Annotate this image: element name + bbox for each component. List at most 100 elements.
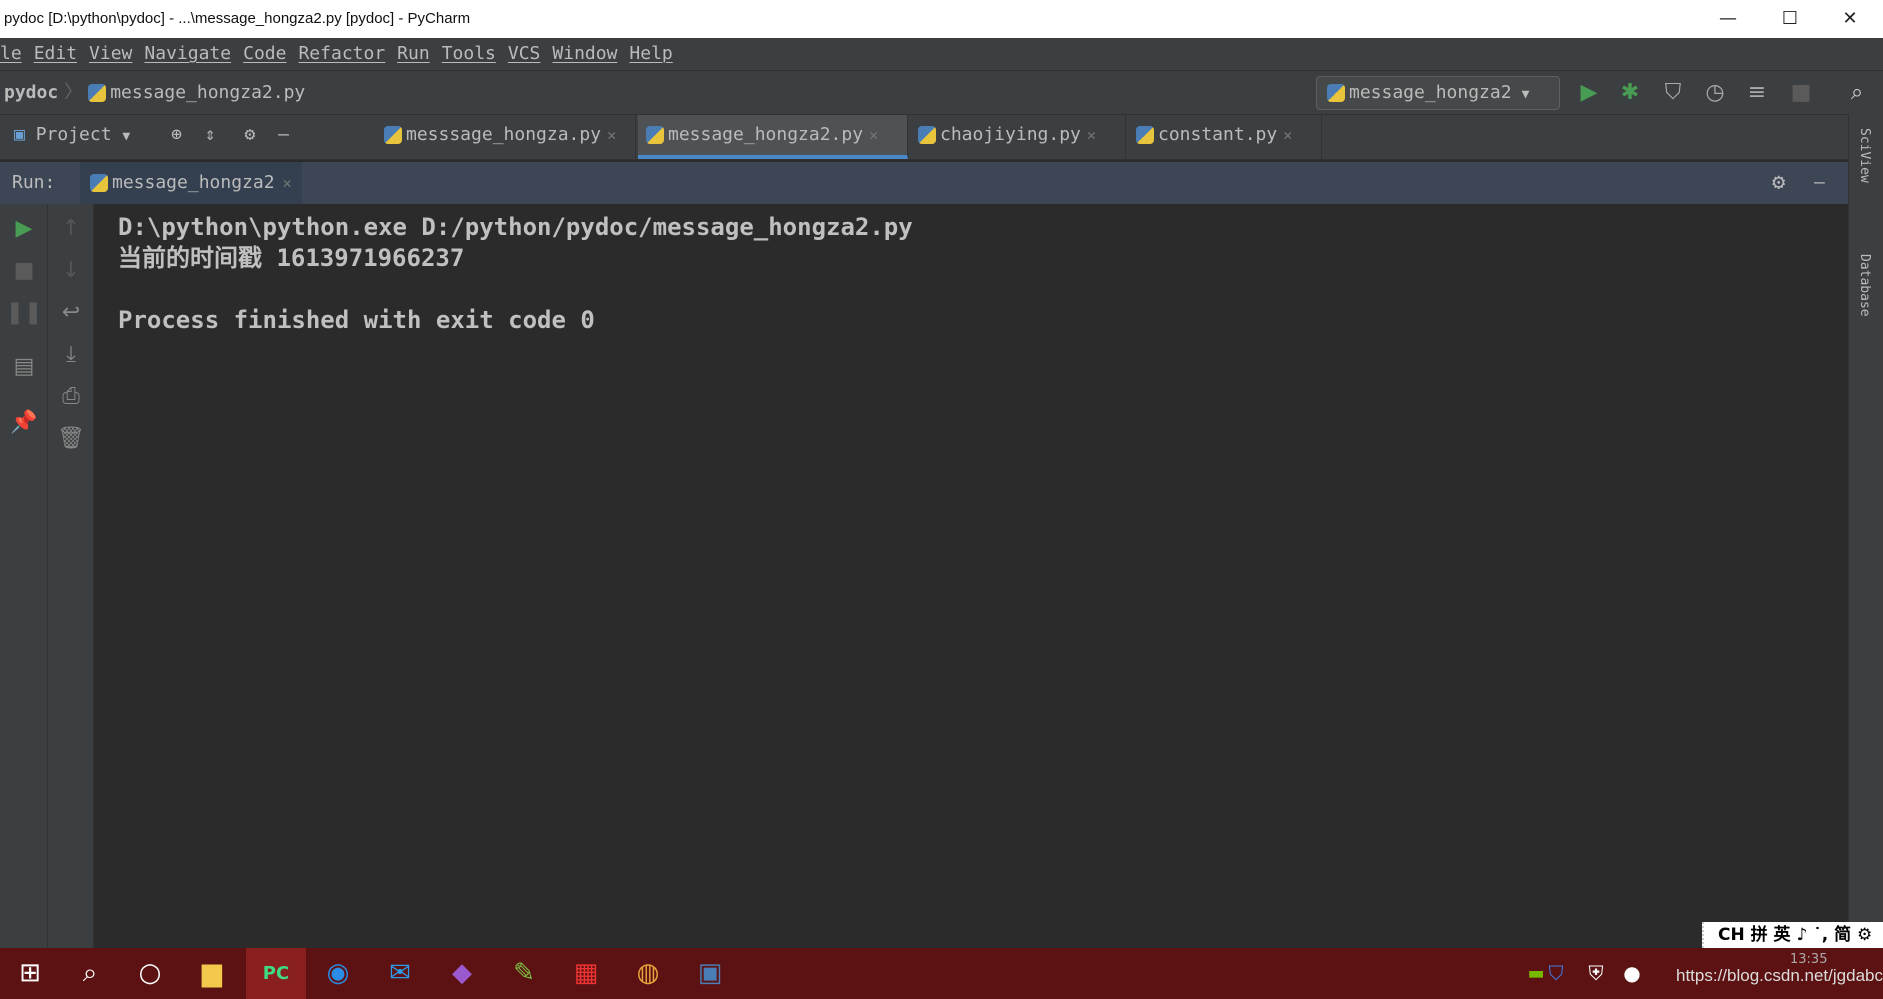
layout-icon[interactable]: ▤	[0, 354, 48, 379]
sciview-label: SciView	[1857, 128, 1872, 183]
menu-view[interactable]: View	[89, 38, 132, 70]
breadcrumb-separator-icon: 〉	[64, 82, 82, 103]
profile-icon[interactable]: ◷	[1702, 80, 1728, 106]
python-file-icon	[918, 126, 936, 144]
run-icon[interactable]: ▶	[1576, 80, 1602, 106]
run-configuration-name: message_hongza2	[1349, 82, 1512, 103]
tab-label: constant.py	[1158, 124, 1277, 145]
close-icon[interactable]: ✕	[283, 174, 292, 192]
menu-navigate[interactable]: Navigate	[144, 38, 231, 70]
print-icon[interactable]: ⎙	[48, 384, 94, 409]
visual-studio-icon[interactable]: ◆	[432, 948, 492, 999]
soft-wrap-icon[interactable]: ↩	[48, 300, 94, 325]
coverage-icon[interactable]: ⛉	[1660, 80, 1686, 106]
tab-messsage-hongza[interactable]: messsage_hongza.py ✕	[376, 115, 636, 159]
chevron-down-icon: ▼	[1522, 87, 1530, 102]
close-icon[interactable]: ✕	[607, 126, 616, 144]
console-line: Process finished with exit code 0	[118, 305, 1848, 336]
gear-icon[interactable]: ⚙	[244, 124, 255, 145]
right-tool-strip: SciView Database	[1848, 114, 1883, 948]
menu-vcs[interactable]: VCS	[508, 38, 541, 70]
hide-icon[interactable]: —	[1814, 162, 1825, 204]
menu-run[interactable]: Run	[397, 38, 430, 70]
taskbar: ⊞ ⌕ ○ ▆ PC ◉ ✉ ◆ ✎ ▦ ◍ ▣ ▬ ⛉ ⛨ ●	[0, 948, 1883, 999]
console-output[interactable]: D:\python\python.exe D:/python/pydoc/mes…	[94, 204, 1848, 948]
file-explorer-icon[interactable]: ▆	[182, 948, 242, 999]
breadcrumb-project[interactable]: pydoc	[4, 82, 58, 103]
stop-icon[interactable]: ■	[0, 258, 48, 283]
app-grid-icon[interactable]: ▦	[556, 948, 616, 999]
tab-message-hongza2[interactable]: message_hongza2.py ✕	[638, 115, 908, 159]
debug-icon[interactable]: ✱	[1617, 80, 1643, 106]
rerun-icon[interactable]: ▶	[0, 216, 48, 241]
notepad-icon[interactable]: ✎	[494, 948, 554, 999]
tab-chaojiying[interactable]: chaojiying.py ✕	[910, 115, 1126, 159]
trash-icon[interactable]: 🗑	[48, 426, 94, 451]
menu-window[interactable]: Window	[552, 38, 617, 70]
search-icon[interactable]: ⌕	[60, 948, 120, 999]
run-panel-header: Run: message_hongza2 ✕ ⚙ —	[0, 162, 1848, 204]
python-file-icon	[88, 84, 106, 102]
console-line	[118, 274, 1848, 305]
pin-icon[interactable]: 📌	[0, 410, 48, 435]
menu-code[interactable]: Code	[243, 38, 286, 70]
menu-help[interactable]: Help	[629, 38, 672, 70]
arrow-down-icon[interactable]: ↓	[48, 258, 94, 283]
close-icon[interactable]: ✕	[1283, 126, 1292, 144]
sciview-tool-button[interactable]: SciView	[1857, 128, 1872, 183]
close-icon[interactable]: ✕	[1087, 126, 1096, 144]
tab-label: chaojiying.py	[940, 124, 1081, 145]
ime-text: CH 拼 英 ♪ ˙, 简 ⚙	[1718, 925, 1872, 945]
chevron-down-icon: ▼	[122, 129, 130, 144]
tab-label: message_hongza2.py	[668, 124, 863, 145]
tab-label: messsage_hongza.py	[406, 124, 601, 145]
mail-icon[interactable]: ✉	[370, 948, 430, 999]
python-file-icon	[646, 126, 664, 144]
locate-icon[interactable]: ⊕	[171, 124, 182, 145]
cortana-icon[interactable]: ○	[120, 948, 180, 999]
close-button[interactable]: ✕	[1822, 0, 1878, 38]
tool-app-icon[interactable]: ◉	[308, 948, 368, 999]
breadcrumb-file[interactable]: message_hongza2.py	[110, 82, 305, 103]
database-tool-button[interactable]: Database	[1857, 254, 1872, 317]
pause-icon[interactable]: ❚❚	[0, 300, 48, 325]
menu-tools[interactable]: Tools	[442, 38, 496, 70]
watermark: https://blog.csdn.net/jgdabc	[1676, 966, 1883, 986]
menu-file[interactable]: le	[0, 38, 22, 70]
editor-tab-row: ▣ Project ▼ ⊕ ⇕ ⚙ — messsage_hongza.py✕ …	[0, 114, 1848, 160]
menu-refactor[interactable]: Refactor	[298, 38, 385, 70]
run-tab[interactable]: message_hongza2 ✕	[80, 162, 302, 204]
menu-edit[interactable]: Edit	[34, 38, 77, 70]
shield-tray-icon[interactable]: ⛉	[1536, 948, 1576, 999]
ime-toolbar[interactable]: CH 拼 英 ♪ ˙, 简 ⚙	[1702, 922, 1883, 948]
windows-start-icon[interactable]: ⊞	[0, 948, 60, 999]
run-configuration-select[interactable]: message_hongza2 ▼	[1316, 76, 1560, 110]
run-tab-label: message_hongza2	[112, 172, 275, 193]
project-panel-header[interactable]: ▣ Project ▼ ⊕ ⇕ ⚙ —	[0, 115, 370, 159]
python-file-icon	[384, 126, 402, 144]
concurrency-icon[interactable]: ≡	[1744, 80, 1770, 106]
scroll-to-end-icon[interactable]: ⤓	[48, 342, 94, 367]
hide-icon[interactable]: —	[278, 124, 289, 145]
gear-icon[interactable]: ⚙	[1772, 162, 1785, 204]
database-label: Database	[1857, 254, 1872, 317]
clock[interactable]: 13:35	[1790, 952, 1827, 967]
python-icon[interactable]: ▣	[680, 948, 740, 999]
qq-tray-icon[interactable]: ●	[1612, 948, 1652, 999]
stop-icon[interactable]: ■	[1788, 80, 1814, 106]
security-tray-icon[interactable]: ⛨	[1576, 948, 1616, 999]
python-file-icon	[1136, 126, 1154, 144]
minimize-button[interactable]: —	[1700, 0, 1756, 38]
window-title: pydoc [D:\python\pydoc] - ...\message_ho…	[4, 10, 470, 27]
python-icon	[90, 174, 108, 192]
search-icon[interactable]: ⌕	[1844, 80, 1870, 106]
tab-constant[interactable]: constant.py ✕	[1128, 115, 1322, 159]
arrow-up-icon[interactable]: ↑	[48, 216, 94, 241]
python-icon	[1327, 84, 1345, 102]
close-icon[interactable]: ✕	[869, 126, 878, 144]
maximize-button[interactable]: ☐	[1762, 0, 1818, 38]
collapse-icon[interactable]: ⇕	[205, 124, 216, 145]
chrome-icon[interactable]: ◍	[618, 948, 678, 999]
run-label: Run:	[12, 162, 55, 204]
pycharm-icon[interactable]: PC	[246, 948, 306, 999]
